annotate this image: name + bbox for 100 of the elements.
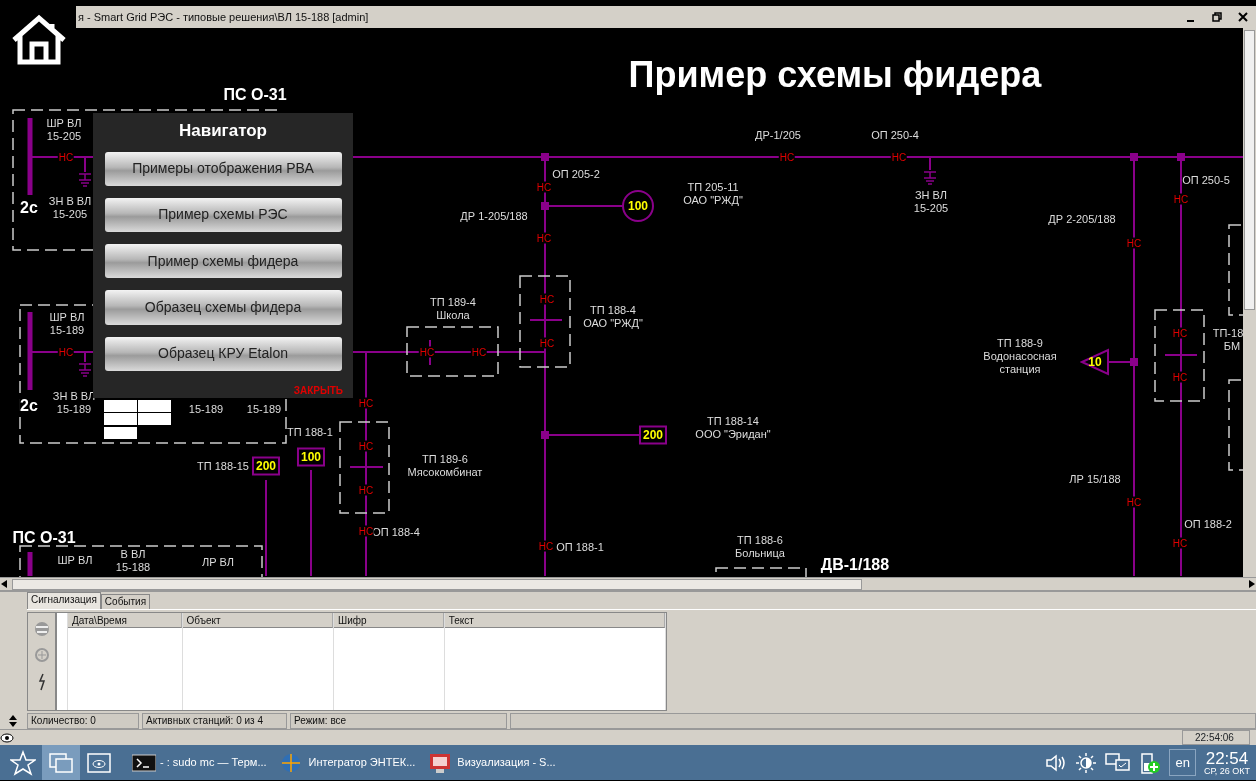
switch-label[interactable]: НС: [57, 151, 75, 163]
diagram-label: ШР ВЛ 15-189: [49, 311, 85, 337]
horizontal-scrollbar[interactable]: [0, 577, 1256, 590]
status-field: Режим: все: [290, 713, 507, 729]
diagram-label: 15-189: [188, 403, 224, 416]
restore-icon[interactable]: [1212, 12, 1222, 22]
switch-label[interactable]: НС: [357, 397, 375, 409]
diagram-label: ЗН ВЛ 15-205: [913, 189, 949, 215]
switch-label[interactable]: НС: [537, 540, 555, 552]
navigator-title: Навигатор: [178, 120, 267, 142]
switch-label[interactable]: НС: [538, 337, 556, 349]
switch-label[interactable]: НС: [418, 346, 436, 358]
clock-date[interactable]: СР, 26 ОКТ: [1203, 766, 1250, 776]
diagram-label: ТП 188-14 ООО "Эридан": [695, 415, 771, 441]
station-title: ПС О-31: [223, 86, 287, 104]
diagram-label: ТП-18: [1212, 327, 1243, 340]
eye-icon[interactable]: [0, 732, 14, 743]
switch-label[interactable]: НС: [535, 181, 553, 193]
switch-label[interactable]: НС: [1171, 327, 1189, 339]
diagram-label: ЗН В ВЛ 15-205: [48, 195, 92, 221]
switch-label[interactable]: НС: [1172, 193, 1190, 205]
diagram-label: ЛР 15/188: [1069, 473, 1121, 486]
transformer-badge[interactable]: 100: [622, 190, 654, 222]
scrollbar-thumb[interactable]: [1244, 30, 1255, 310]
switch-label[interactable]: НС: [470, 346, 488, 358]
diagram-label: ОП 188-4: [372, 526, 420, 539]
transformer-badge[interactable]: 200: [252, 456, 280, 476]
switch-label[interactable]: НС: [57, 346, 75, 358]
diagram-label: ТП 189-4 Школа: [430, 296, 476, 322]
panel-tab[interactable]: Сигнализация: [27, 592, 101, 609]
column-header[interactable]: Текст: [444, 613, 665, 628]
clock-text: 22:54:06: [1182, 730, 1250, 745]
transformer-badge[interactable]: 10: [1080, 348, 1110, 376]
switch-label[interactable]: НС: [357, 484, 375, 496]
navigation-button[interactable]: Примеры отображения РВА: [104, 151, 342, 186]
column-header[interactable]: Дата\Время: [67, 613, 182, 628]
diagram-label: ТП 188-15: [197, 460, 249, 473]
diagram-label: ТП 188-6 Больница: [735, 534, 785, 560]
diagram-label: ОП 205-2: [552, 168, 600, 181]
diagram-label: 15-189: [246, 403, 282, 416]
status-field: Количество: 0: [27, 713, 139, 729]
ground-symbol-icon: [78, 173, 92, 187]
transformer-badge[interactable]: 200: [639, 425, 667, 445]
diagram-label: ОП 188-1: [556, 541, 604, 554]
taskbar-task[interactable]: Интегратор ЭНТЕК...: [280, 752, 416, 773]
speaker-icon[interactable]: [1045, 752, 1068, 773]
diagram-label: ДР 1-205/188: [460, 210, 528, 223]
taskbar-task[interactable]: Визуализация - S...: [429, 752, 556, 773]
network-icon[interactable]: [1105, 751, 1132, 774]
clock-time[interactable]: 22:54: [1203, 749, 1250, 767]
scrollbar-thumb[interactable]: [12, 578, 862, 590]
close-icon[interactable]: [1238, 12, 1248, 22]
switch-label[interactable]: НС: [1125, 237, 1143, 249]
switch-label[interactable]: НС: [535, 232, 553, 244]
diagram-label: ТП 188-9 Водонасосная станция: [983, 337, 1057, 376]
station-title: ДВ-1/188: [820, 556, 890, 574]
transformer-badge[interactable]: 100: [297, 447, 325, 467]
ground-symbol-icon: [923, 171, 937, 185]
switch-label[interactable]: НС: [890, 151, 908, 163]
diagram-title: Пример схемы фидера: [628, 53, 1042, 97]
navigation-button[interactable]: Образец схемы фидера: [104, 290, 342, 325]
column-header[interactable]: Шифр: [334, 613, 444, 628]
switch-label[interactable]: НС: [538, 293, 556, 305]
navigation-button[interactable]: Пример схемы РЭС: [104, 197, 342, 233]
close-link[interactable]: ЗАКРЫТЬ: [293, 383, 343, 398]
diagram-label: В ВЛ 15-188: [115, 548, 151, 574]
diagram-label: ШР ВЛ 15-205: [46, 117, 82, 143]
navigation-button[interactable]: Образец КРУ Etalon: [104, 336, 342, 371]
column-header[interactable]: Объект: [182, 613, 334, 628]
status-field: Активных станций: 0 из 4: [142, 713, 287, 729]
star-icon: [10, 749, 36, 776]
diagram-label: ОП 250-5: [1182, 174, 1230, 187]
panel-tab[interactable]: События: [100, 594, 151, 609]
diagram-label: ДР-1/205: [755, 129, 801, 142]
diagram-label: ОП 250-4: [871, 129, 919, 142]
switch-label[interactable]: НС: [778, 151, 796, 163]
battery-icon[interactable]: [1139, 750, 1162, 775]
home-icon[interactable]: [10, 14, 68, 66]
diagram-label: ТП 189-6 Мясокомбинат: [407, 453, 483, 479]
diagram-label: ЛР ВЛ: [202, 556, 234, 569]
switch-label[interactable]: НС: [1125, 496, 1143, 508]
diagram-label: ТП 188-1: [287, 426, 333, 439]
taskbar-task[interactable]: - : sudo mc — Терм...: [132, 752, 267, 773]
resize-handle-icon[interactable]: [8, 715, 17, 727]
scroll-right-icon[interactable]: [1248, 579, 1256, 589]
station-title: ПС О-31: [12, 529, 76, 547]
indicator-grid-drawing: [104, 400, 171, 439]
switch-label[interactable]: НС: [357, 440, 375, 452]
ground-symbol-icon: [78, 363, 92, 377]
switch-label[interactable]: НС: [1171, 371, 1189, 383]
brightness-icon[interactable]: [1075, 751, 1098, 774]
window-title: я - Smart Grid РЭС - типовые решения\ВЛ 15-188 [admin]: [78, 9, 369, 25]
scroll-left-icon[interactable]: [0, 579, 8, 589]
language-indicator[interactable]: en: [1169, 748, 1196, 777]
switch-label[interactable]: НС: [1171, 537, 1189, 549]
diagram-label: ТП 205-11 ОАО "РЖД": [683, 181, 743, 207]
terminal-icon: [132, 752, 156, 773]
vertical-scrollbar[interactable]: [1243, 28, 1256, 577]
navigation-button[interactable]: Пример схемы фидера: [104, 244, 342, 279]
diagram-label: ШР ВЛ: [57, 554, 93, 567]
